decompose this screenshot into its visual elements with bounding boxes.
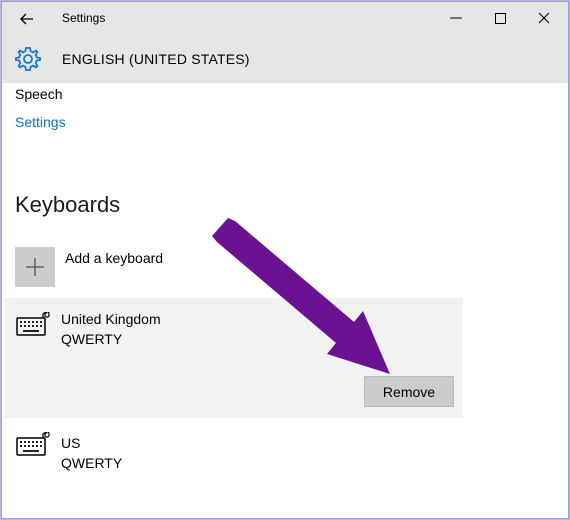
title-bar: Settings bbox=[2, 2, 568, 35]
close-icon[interactable] bbox=[532, 7, 556, 29]
keyboard-name: United Kingdom bbox=[61, 311, 161, 327]
keyboards-heading: Keyboards bbox=[15, 192, 121, 217]
keyboard-icon bbox=[16, 311, 50, 336]
page-header: ENGLISH (UNITED STATES) bbox=[2, 35, 568, 83]
maximize-icon[interactable] bbox=[488, 7, 512, 29]
speech-label: Speech bbox=[15, 86, 63, 102]
back-arrow-icon[interactable] bbox=[16, 8, 38, 30]
add-keyboard-button[interactable]: Add a keyboard bbox=[15, 247, 315, 289]
keyboard-layout: QWERTY bbox=[61, 331, 123, 347]
keyboard-item-us[interactable]: US QWERTY bbox=[5, 422, 463, 472]
remove-button[interactable]: Remove bbox=[364, 376, 454, 407]
keyboard-layout: QWERTY bbox=[61, 455, 123, 471]
window-title: Settings bbox=[62, 11, 106, 25]
gear-icon bbox=[14, 45, 42, 73]
keyboard-name: US bbox=[61, 435, 81, 451]
speech-settings-link[interactable]: Settings bbox=[15, 114, 66, 130]
settings-window: Settings ENGLISH (UNITED STATES) Speech … bbox=[1, 1, 569, 519]
minimize-icon[interactable] bbox=[444, 7, 468, 29]
keyboard-item-united-kingdom[interactable]: United Kingdom QWERTY Remove bbox=[5, 298, 463, 418]
add-keyboard-label: Add a keyboard bbox=[65, 250, 164, 266]
page-title: ENGLISH (UNITED STATES) bbox=[62, 51, 250, 67]
keyboard-icon bbox=[16, 431, 50, 456]
plus-icon bbox=[15, 247, 55, 287]
